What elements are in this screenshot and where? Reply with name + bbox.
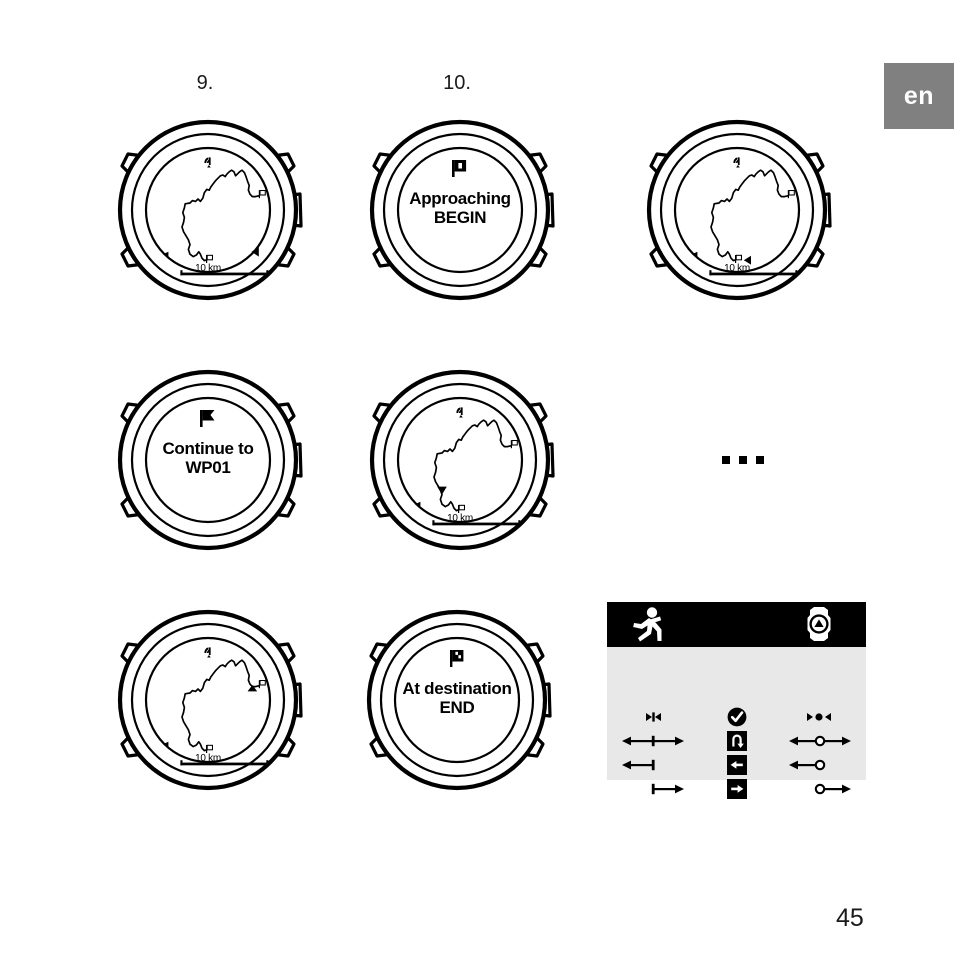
watch-step9-map: 10 km xyxy=(108,110,308,310)
watch-step11-map: 10 km xyxy=(637,110,837,310)
short-press-down-icon xyxy=(607,777,699,801)
short-press-both-icon xyxy=(607,729,699,753)
watch-enroute-map: 10 km xyxy=(360,360,560,560)
map-scale-label: 10 km xyxy=(195,263,221,274)
watch-continue-wp01: Continue to WP01 xyxy=(108,360,308,560)
legend-header xyxy=(607,602,866,647)
screen-line-1: At destination xyxy=(402,679,512,698)
ellipsis-dot xyxy=(722,456,730,464)
confirm-check-icon xyxy=(699,705,774,729)
watch-final-map: 10 km xyxy=(108,600,308,800)
legend-body xyxy=(607,647,866,799)
long-press-down-icon xyxy=(774,777,866,801)
button-legend-panel xyxy=(607,602,866,799)
watch-step10-approaching: Approaching BEGIN xyxy=(360,110,560,310)
watch-button-icon xyxy=(802,607,836,648)
screen-line-2: BEGIN xyxy=(433,208,487,227)
ellipsis-dot xyxy=(756,456,764,464)
step-number-9: 9. xyxy=(196,72,214,94)
long-press-both-icon xyxy=(774,729,866,753)
short-press-up-icon xyxy=(607,753,699,777)
screen-line-1: Approaching xyxy=(409,189,511,208)
left-arrow-icon xyxy=(699,753,774,777)
short-press-icon xyxy=(607,705,699,729)
map-scale-label: 10 km xyxy=(447,513,473,524)
back-uturn-icon xyxy=(699,729,774,753)
watch-at-destination: At destination END xyxy=(357,600,557,800)
continuation-ellipsis xyxy=(722,456,764,464)
long-press-icon xyxy=(774,705,866,729)
language-tab: en xyxy=(884,63,954,129)
map-scale-label: 10 km xyxy=(195,753,221,764)
screen-line-1: Continue to xyxy=(162,439,254,458)
screen-line-2: END xyxy=(439,698,475,717)
map-scale-label: 10 km xyxy=(724,263,750,274)
long-press-up-icon xyxy=(774,753,866,777)
step-number-10: 10. xyxy=(443,72,471,94)
right-arrow-icon xyxy=(699,777,774,801)
ellipsis-dot xyxy=(739,456,747,464)
screen-line-2: WP01 xyxy=(185,458,231,477)
running-person-icon xyxy=(631,607,665,648)
page-number: 45 xyxy=(836,904,864,932)
